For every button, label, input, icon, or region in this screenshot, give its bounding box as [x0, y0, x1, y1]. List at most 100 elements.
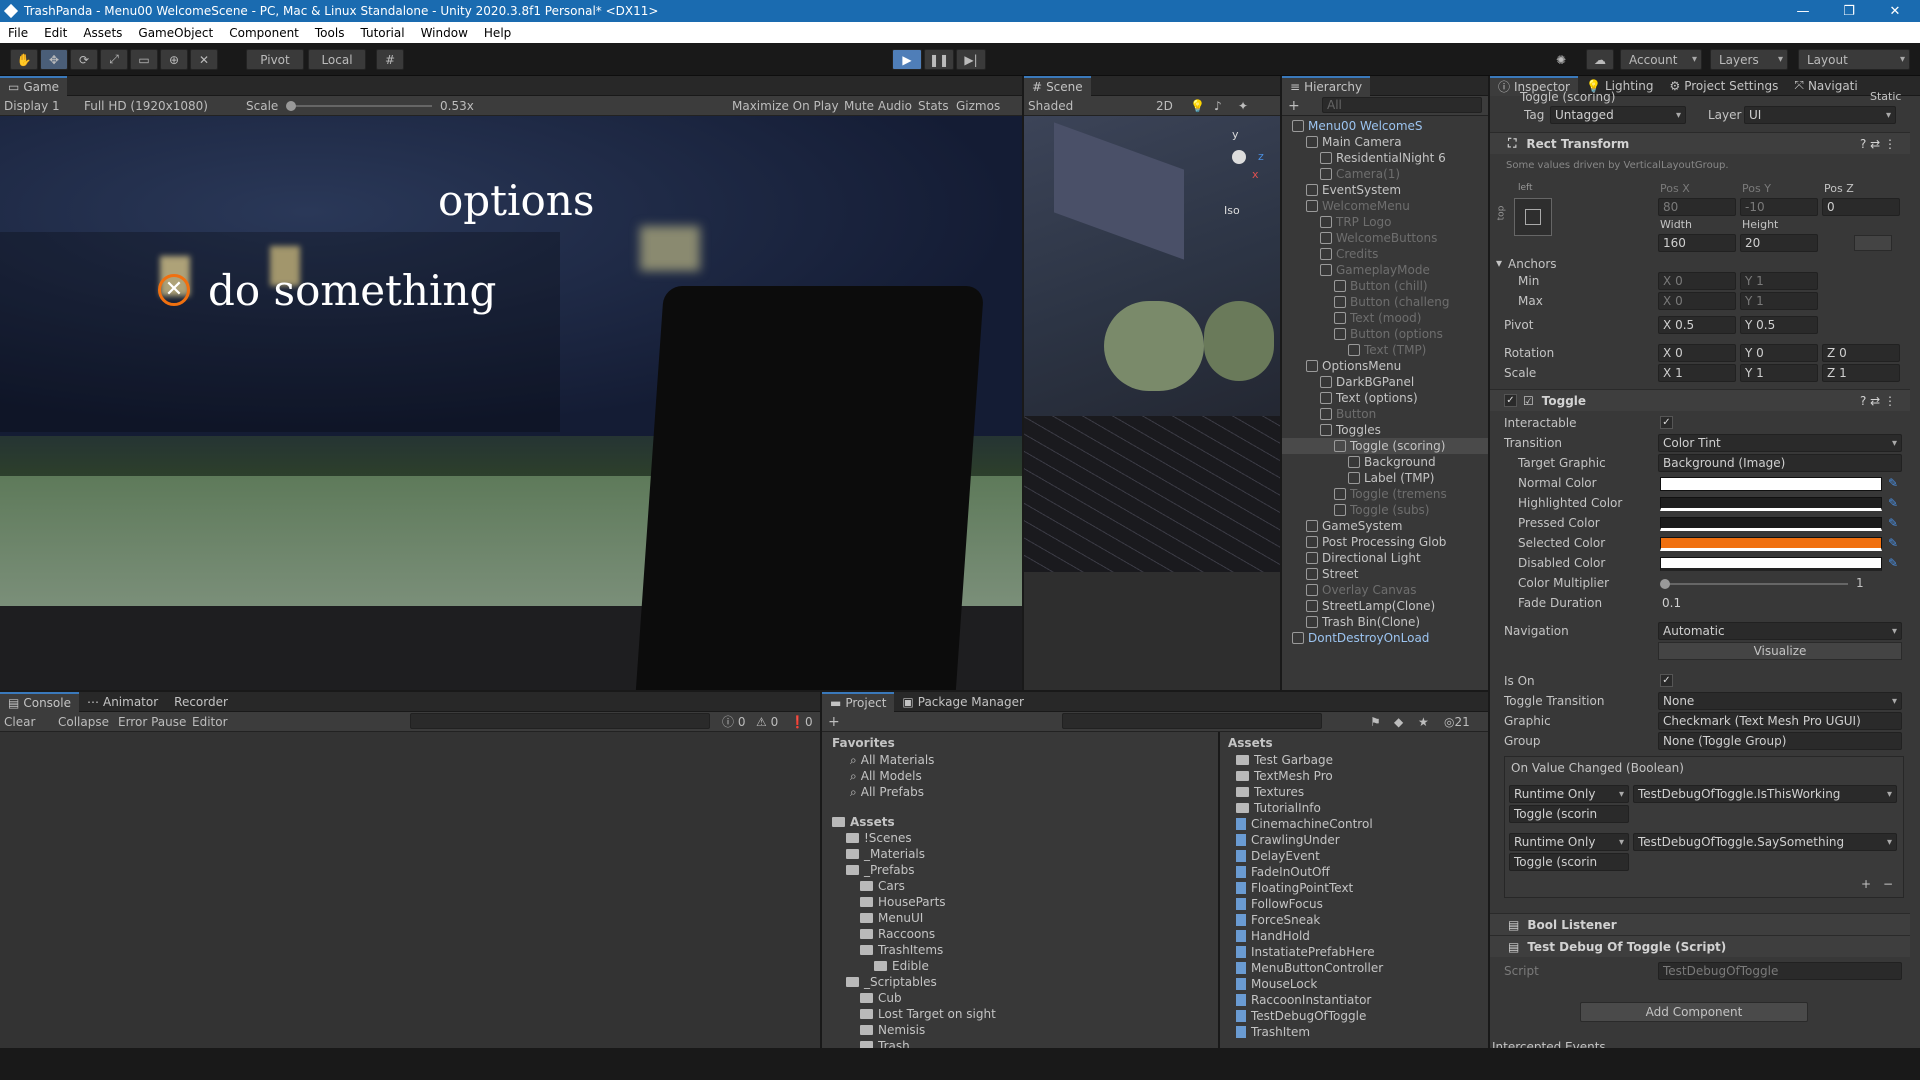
display-dropdown[interactable]: Display 1 [4, 99, 60, 113]
favorite-item[interactable]: ⌕ All Materials [850, 752, 934, 768]
anchors-foldout[interactable]: ▾ [1496, 256, 1502, 270]
mute-audio-toggle[interactable]: Mute Audio [844, 99, 912, 113]
hierarchy-item[interactable]: OptionsMenu [1282, 358, 1488, 374]
tab-navigation[interactable]: ⤧ Navigati [1786, 76, 1865, 96]
toggle-transition-dropdown[interactable]: None [1658, 692, 1902, 710]
asset-item[interactable]: MouseLock [1236, 976, 1317, 992]
hierarchy-item[interactable]: TRP Logo [1282, 214, 1488, 230]
hidden-packages-count[interactable]: ◎21 [1444, 715, 1470, 729]
group-field[interactable]: None (Toggle Group) [1658, 732, 1902, 750]
move-tool-icon[interactable]: ✥ [40, 49, 68, 70]
posz-field[interactable]: 0 [1822, 198, 1900, 216]
scale-y-field[interactable]: Y 1 [1740, 364, 1818, 382]
asset-item[interactable]: Test Garbage [1236, 752, 1333, 768]
asset-item[interactable]: FloatingPointText [1236, 880, 1353, 896]
filter-label-icon[interactable]: ◆ [1394, 715, 1403, 729]
asset-item[interactable]: FollowFocus [1236, 896, 1323, 912]
width-field[interactable]: 160 [1658, 234, 1736, 252]
project-folder[interactable]: Nemisis [860, 1022, 925, 1038]
toggle-checkmark-icon[interactable]: ✕ [158, 274, 190, 306]
tab-hierarchy[interactable]: ≡ Hierarchy [1282, 75, 1371, 96]
hierarchy-item[interactable]: Button (options [1282, 326, 1488, 342]
2d-toggle[interactable]: 2D [1156, 99, 1173, 113]
hierarchy-item[interactable]: Button (challeng [1282, 294, 1488, 310]
project-folder[interactable]: _Prefabs [846, 862, 915, 878]
pivot-toggle[interactable]: Pivot [246, 49, 304, 70]
collab-icon[interactable]: ✺ [1548, 49, 1574, 70]
test-debug-header[interactable]: ▤ Test Debug Of Toggle (Script) [1490, 935, 1910, 957]
gizmo-center[interactable] [1232, 150, 1246, 164]
hierarchy-item[interactable]: WelcomeMenu [1282, 198, 1488, 214]
tab-project-settings[interactable]: ⚙ Project Settings [1661, 76, 1786, 96]
color-multiplier-value[interactable]: 1 [1856, 576, 1864, 590]
shading-dropdown[interactable]: Shaded [1028, 99, 1073, 113]
project-folder[interactable]: HouseParts [860, 894, 946, 910]
layers-dropdown[interactable]: Layers [1710, 49, 1788, 70]
asset-item[interactable]: CrawlingUnder [1236, 832, 1340, 848]
asset-item[interactable]: Textures [1236, 784, 1304, 800]
project-folder[interactable]: !Scenes [846, 830, 912, 846]
object-name[interactable]: Toggle (scoring) [1520, 90, 1615, 104]
menu-assets[interactable]: Assets [75, 26, 130, 40]
project-folder[interactable]: Raccoons [860, 926, 935, 942]
raw-edit-button[interactable] [1854, 235, 1892, 251]
hierarchy-item[interactable]: Main Camera [1282, 134, 1488, 150]
local-toggle[interactable]: Local [308, 49, 366, 70]
visualize-button[interactable]: Visualize [1658, 642, 1902, 660]
hierarchy-item[interactable]: WelcomeButtons [1282, 230, 1488, 246]
hierarchy-item[interactable]: DontDestroyOnLoad [1282, 630, 1488, 646]
play-button[interactable]: ▶ [892, 49, 922, 70]
interactable-checkbox[interactable]: ✓ [1660, 416, 1673, 429]
hierarchy-item[interactable]: Text (options) [1282, 390, 1488, 406]
transform-tool-icon[interactable]: ⊕ [160, 49, 188, 70]
favorite-item[interactable]: ⌕ All Models [850, 768, 922, 784]
color-multiplier-slider[interactable] [1660, 579, 1848, 589]
selected-color-swatch[interactable] [1660, 537, 1882, 551]
restore-button[interactable]: ❐ [1826, 0, 1872, 22]
hierarchy-item[interactable]: Toggle (subs) [1282, 502, 1488, 518]
project-folder[interactable]: _Scriptables [846, 974, 937, 990]
hierarchy-search-input[interactable]: All [1322, 97, 1482, 113]
log-count[interactable]: ⓘ 0 [722, 713, 745, 730]
project-folder[interactable]: _Materials [846, 846, 925, 862]
height-field[interactable]: 20 [1740, 234, 1818, 252]
project-folder[interactable]: TrashItems [860, 942, 943, 958]
target-object-field-1[interactable]: Toggle (scorin [1509, 805, 1629, 823]
eyedropper-icon[interactable]: ✎ [1888, 536, 1898, 550]
editor-dropdown[interactable]: Editor [192, 715, 228, 729]
component-menu-icon[interactable]: ? ⇄ ⋮ [1860, 394, 1896, 408]
static-toggle[interactable]: Static [1870, 90, 1901, 103]
eyedropper-icon[interactable]: ✎ [1888, 496, 1898, 510]
target-graphic-field[interactable]: Background (Image) [1658, 454, 1902, 472]
rotation-x-field[interactable]: X 0 [1658, 344, 1736, 362]
add-listener-button[interactable]: + [1861, 877, 1871, 891]
normal-color-swatch[interactable] [1660, 477, 1882, 491]
menu-window[interactable]: Window [413, 26, 476, 40]
scale-slider[interactable] [286, 101, 432, 111]
rotation-y-field[interactable]: Y 0 [1740, 344, 1818, 362]
rect-tool-icon[interactable]: ▭ [130, 49, 158, 70]
asset-item[interactable]: FadeInOutOff [1236, 864, 1330, 880]
disabled-color-swatch[interactable] [1660, 557, 1882, 571]
graphic-field[interactable]: Checkmark (Text Mesh Pro UGUI) [1658, 712, 1902, 730]
project-search-input[interactable] [1062, 713, 1322, 729]
asset-item[interactable]: TutorialInfo [1236, 800, 1321, 816]
target-object-field-2[interactable]: Toggle (scorin [1509, 853, 1629, 871]
hierarchy-item[interactable]: Label (TMP) [1282, 470, 1488, 486]
favorites-label[interactable]: Favorites [832, 736, 895, 750]
hierarchy-item[interactable]: StreetLamp(Clone) [1282, 598, 1488, 614]
tab-project[interactable]: ▬ Project [822, 691, 895, 712]
scale-tool-icon[interactable]: ⤢ [100, 49, 128, 70]
rect-transform-header[interactable]: ⛶ Rect Transform ? ⇄ ⋮ [1490, 132, 1910, 154]
tab-scene[interactable]: # Scene [1024, 75, 1091, 96]
layout-dropdown[interactable]: Layout [1798, 49, 1910, 70]
close-button[interactable]: ✕ [1872, 0, 1918, 22]
scene-gizmo[interactable]: y z x [1214, 128, 1270, 188]
menu-file[interactable]: File [0, 26, 36, 40]
toggle-enabled-checkbox[interactable]: ✓ [1504, 394, 1517, 407]
clear-button[interactable]: Clear [4, 715, 35, 729]
hierarchy-item[interactable]: GameSystem [1282, 518, 1488, 534]
favorite-icon[interactable]: ★ [1418, 715, 1429, 729]
hierarchy-item[interactable]: DarkBGPanel [1282, 374, 1488, 390]
asset-item[interactable]: DelayEvent [1236, 848, 1320, 864]
